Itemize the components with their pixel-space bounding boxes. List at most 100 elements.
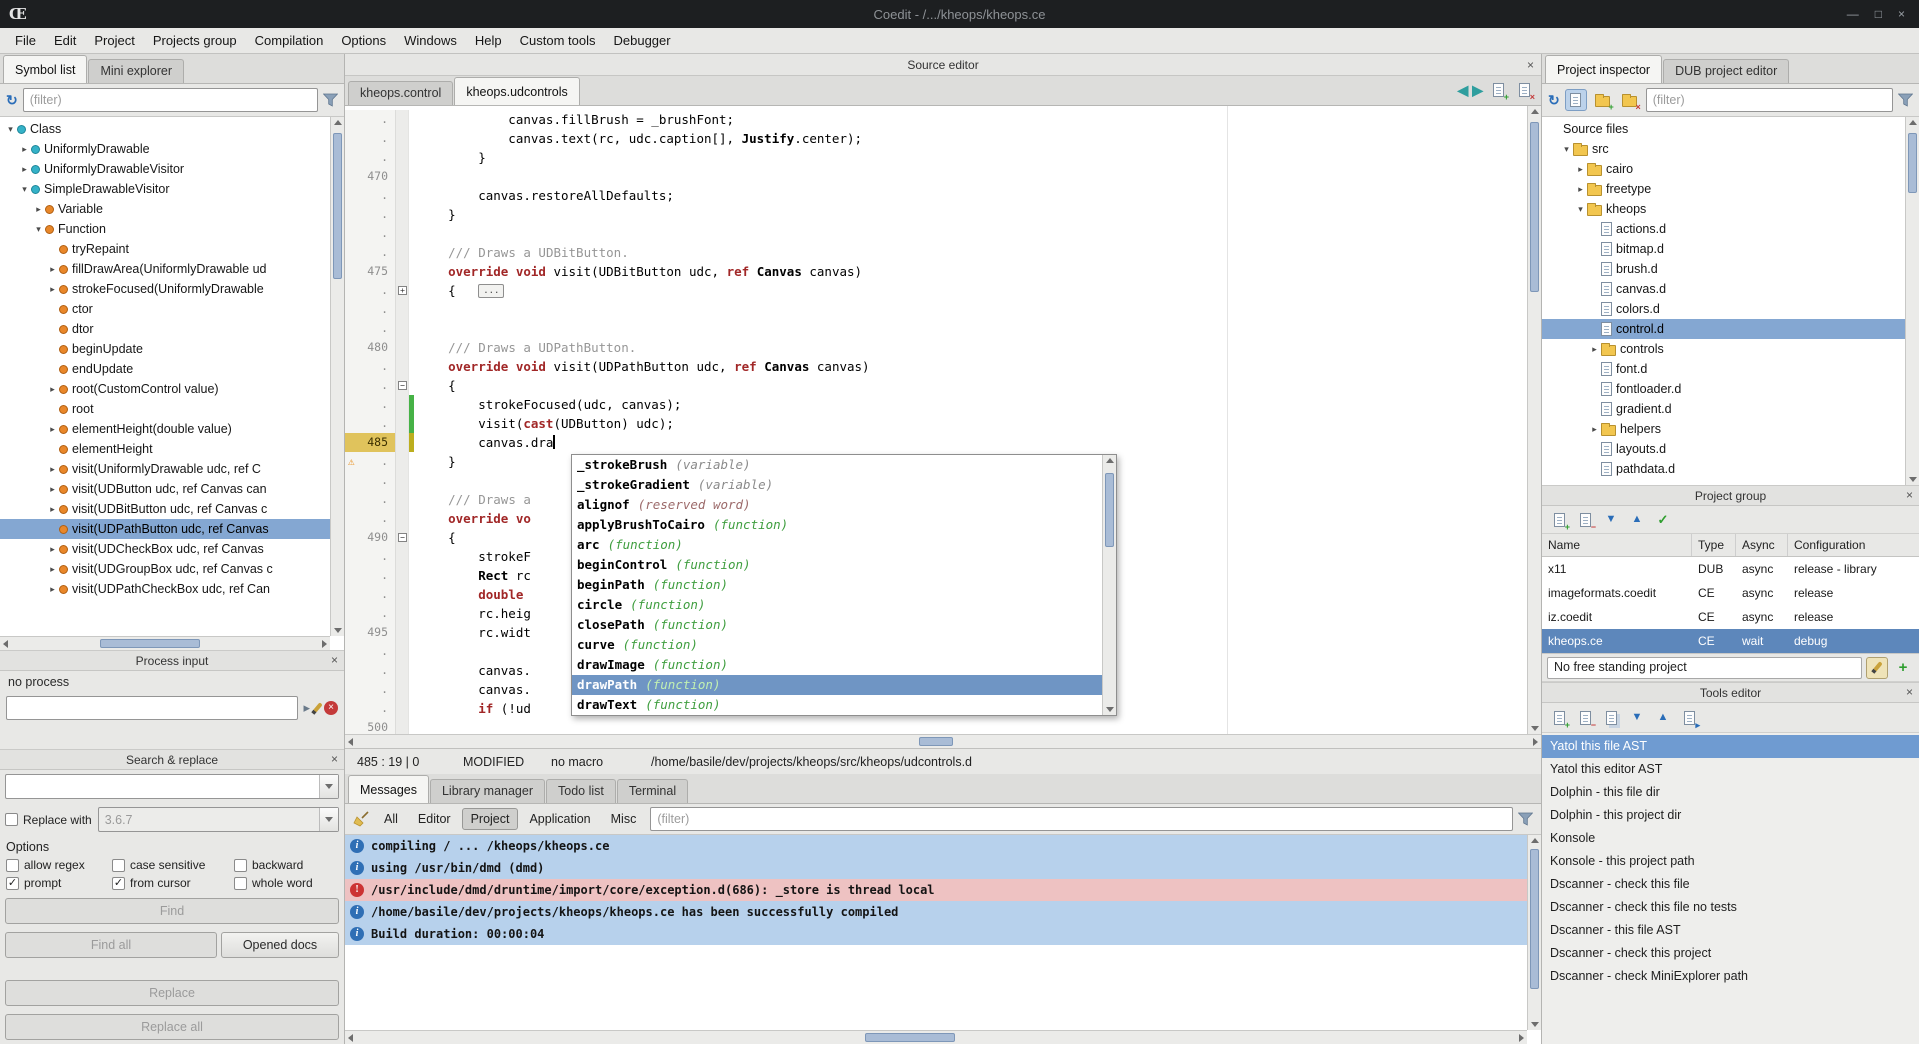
symbol-item[interactable]: ▸visit(UDBitButton udc, ref Canvas c <box>0 499 330 519</box>
replace-button[interactable]: Replace <box>5 980 339 1006</box>
tools-editor-close-icon[interactable]: × <box>1906 685 1913 699</box>
expand-arrow-icon[interactable]: ▸ <box>46 284 59 295</box>
menu-options[interactable]: Options <box>332 30 395 51</box>
tool-item[interactable]: Dolphin - this file dir <box>1542 781 1919 804</box>
expand-arrow-icon[interactable]: ▸ <box>1574 184 1587 195</box>
category-application[interactable]: Application <box>520 808 599 830</box>
column-configuration[interactable]: Configuration <box>1788 534 1919 556</box>
expand-arrow-icon[interactable]: ▸ <box>18 144 31 155</box>
expand-arrow-icon[interactable]: ▸ <box>46 584 59 595</box>
search-replace-close-icon[interactable]: × <box>331 752 338 766</box>
fold-toggle-icon[interactable]: + <box>398 286 407 295</box>
menu-debugger[interactable]: Debugger <box>605 30 680 51</box>
symbol-item[interactable]: ▾SimpleDrawableVisitor <box>0 179 330 199</box>
file-item[interactable]: Source files <box>1542 119 1905 139</box>
code-line[interactable]: . <box>345 300 1541 319</box>
symbol-item[interactable]: ▸visit(UDGroupBox udc, ref Canvas c <box>0 559 330 579</box>
expand-arrow-icon[interactable]: ▸ <box>1588 424 1601 435</box>
new-doc-icon[interactable]: + <box>1487 79 1509 101</box>
symbol-filter-funnel-icon[interactable] <box>323 93 338 107</box>
run-tool-icon[interactable]: ▸ <box>1678 707 1700 729</box>
add-free-project-icon[interactable]: + <box>1892 657 1914 679</box>
symbol-item[interactable]: dtor <box>0 319 330 339</box>
code-line[interactable]: . canvas.restoreAllDefaults; <box>345 186 1541 205</box>
code-line[interactable]: 470 <box>345 167 1541 186</box>
file-item[interactable]: canvas.d <box>1542 279 1905 299</box>
project-funnel-icon[interactable] <box>1898 93 1913 107</box>
refresh-project-icon[interactable]: ↻ <box>1548 93 1560 107</box>
menu-project[interactable]: Project <box>85 30 143 51</box>
close-doc-icon[interactable]: × <box>1513 79 1535 101</box>
code-line[interactable]: .+ { ... <box>345 281 1541 300</box>
column-type[interactable]: Type <box>1692 534 1736 556</box>
completion-item[interactable]: closePath(function) <box>572 615 1102 635</box>
tool-item[interactable]: Dscanner - check this file <box>1542 873 1919 896</box>
find-all-button[interactable]: Find all <box>5 932 217 958</box>
symbol-item[interactable]: ▸UniformlyDrawableVisitor <box>0 159 330 179</box>
process-input-close-icon[interactable]: × <box>331 653 338 667</box>
menu-edit[interactable]: Edit <box>45 30 85 51</box>
tab-todo-list[interactable]: Todo list <box>546 779 616 803</box>
symbol-item[interactable]: ▸visit(UDButton udc, ref Canvas can <box>0 479 330 499</box>
file-item[interactable]: layouts.d <box>1542 439 1905 459</box>
tool-item[interactable]: Dscanner - check MiniExplorer path <box>1542 965 1919 988</box>
next-doc-icon[interactable]: ▶ <box>1472 83 1483 97</box>
remove-folder-icon[interactable]: × <box>1619 89 1641 111</box>
menu-custom-tools[interactable]: Custom tools <box>511 30 605 51</box>
refresh-symbols-icon[interactable]: ↻ <box>6 93 18 107</box>
send-input-icon[interactable]: ▸ <box>303 700 310 716</box>
doc-tab-kheops-control[interactable]: kheops.control <box>348 81 453 105</box>
column-name[interactable]: Name <box>1542 534 1692 556</box>
file-item[interactable]: control.d <box>1542 319 1905 339</box>
option-case-sensitive[interactable]: case sensitive <box>112 858 234 872</box>
tab-project-inspector[interactable]: Project inspector <box>1545 55 1662 83</box>
source-editor-close-icon[interactable]: × <box>1527 58 1534 72</box>
symbol-item[interactable]: endUpdate <box>0 359 330 379</box>
symbol-item[interactable]: tryRepaint <box>0 239 330 259</box>
code-line[interactable]: . strokeFocused(udc, canvas); <box>345 395 1541 414</box>
project-group-close-icon[interactable]: × <box>1906 488 1913 502</box>
completion-item[interactable]: drawPath(function) <box>572 675 1102 695</box>
replace-with-checkbox[interactable]: Replace with <box>5 813 92 827</box>
message-row[interactable]: iusing /usr/bin/dmd (dmd) <box>345 857 1527 879</box>
option-allow-regex[interactable]: allow regex <box>6 858 112 872</box>
tool-item[interactable]: Yatol this file AST <box>1542 735 1919 758</box>
tool-item[interactable]: Dscanner - check this project <box>1542 942 1919 965</box>
completion-item[interactable]: drawText(function) <box>572 695 1102 715</box>
code-line[interactable]: 485 canvas.dra <box>345 433 1541 452</box>
search-term-combo[interactable] <box>5 774 339 799</box>
completion-item[interactable]: _strokeGradient(variable) <box>572 475 1102 495</box>
file-item[interactable]: ▸cairo <box>1542 159 1905 179</box>
project-row[interactable]: iz.coeditCEasyncrelease <box>1542 605 1919 629</box>
message-row[interactable]: iBuild duration: 00:00:04 <box>345 923 1527 945</box>
tool-item[interactable]: Dscanner - check this file no tests <box>1542 896 1919 919</box>
replace-with-checkbox-box[interactable] <box>5 813 18 826</box>
remove-tool-icon[interactable]: − <box>1574 707 1596 729</box>
expand-arrow-icon[interactable]: ▾ <box>18 184 31 195</box>
column-async[interactable]: Async <box>1736 534 1788 556</box>
expand-arrow-icon[interactable]: ▾ <box>1574 204 1587 215</box>
close-window-button[interactable]: × <box>1898 7 1905 21</box>
symbol-item[interactable]: ▸Variable <box>0 199 330 219</box>
code-line[interactable]: . canvas.text(rc, udc.caption[], Justify… <box>345 129 1541 148</box>
replace-with-combo[interactable]: 3.6.7 <box>98 807 339 832</box>
category-editor[interactable]: Editor <box>409 808 460 830</box>
code-line[interactable]: 475 override void visit(UDBitButton udc,… <box>345 262 1541 281</box>
tool-item[interactable]: Dolphin - this project dir <box>1542 804 1919 827</box>
file-item[interactable]: pathdata.d <box>1542 459 1905 479</box>
code-line[interactable]: . /// Draws a UDBitButton. <box>345 243 1541 262</box>
replace-all-button[interactable]: Replace all <box>5 1014 339 1040</box>
search-term-dropdown-icon[interactable] <box>319 775 338 798</box>
doc-tab-kheops-udcontrols[interactable]: kheops.udcontrols <box>454 77 579 105</box>
pin-editor-file-icon[interactable] <box>1565 89 1587 111</box>
file-tree-vscrollbar[interactable] <box>1905 117 1919 485</box>
file-item[interactable]: gradient.d <box>1542 399 1905 419</box>
process-input-field[interactable] <box>6 696 298 720</box>
code-line[interactable]: . <box>345 224 1541 243</box>
completion-item[interactable]: circle(function) <box>572 595 1102 615</box>
messages-vscrollbar[interactable] <box>1527 835 1541 1030</box>
symbol-item[interactable]: elementHeight <box>0 439 330 459</box>
code-line[interactable]: . <box>345 319 1541 338</box>
maximize-button[interactable]: □ <box>1875 7 1882 21</box>
expand-arrow-icon[interactable]: ▸ <box>1588 344 1601 355</box>
